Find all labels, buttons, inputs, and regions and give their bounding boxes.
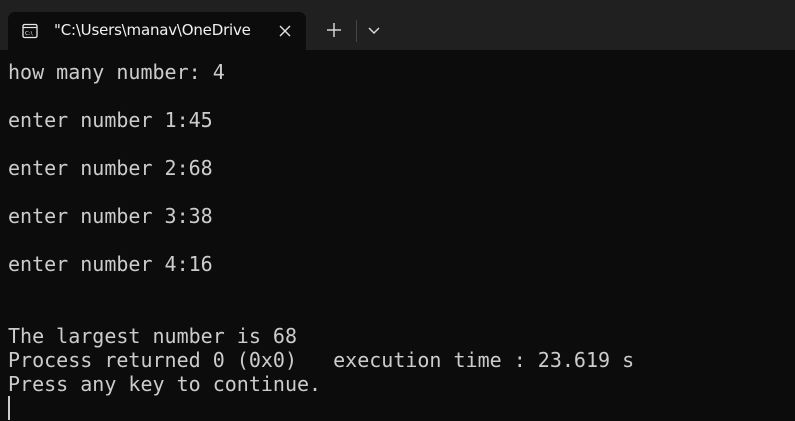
chevron-down-icon xyxy=(368,27,380,34)
close-icon[interactable] xyxy=(274,20,296,42)
dropdown-button[interactable] xyxy=(360,14,388,46)
tab-title: "C:\Users\manav\OneDrive xyxy=(54,21,251,39)
terminal-line: Process returned 0 (0x0) execution time … xyxy=(8,348,635,372)
terminal-line: enter number 1:45 xyxy=(8,108,213,132)
terminal-line: enter number 2:68 xyxy=(8,156,213,180)
terminal-line: enter number 3:38 xyxy=(8,204,213,228)
terminal-line: Press any key to continue. xyxy=(8,372,322,396)
terminal-line: enter number 4:16 xyxy=(8,252,213,276)
tab-divider xyxy=(356,20,357,42)
plus-icon xyxy=(327,23,341,37)
terminal-line: how many number: 4 xyxy=(8,60,225,84)
terminal-cmd-icon: C:\ xyxy=(22,23,38,39)
new-tab-button[interactable] xyxy=(318,14,350,46)
text-cursor xyxy=(8,396,10,420)
terminal-window: C:\ "C:\Users\manav\OneDrive how many nu… xyxy=(0,0,795,421)
terminal-line: The largest number is 68 xyxy=(8,324,297,348)
svg-text:C:\: C:\ xyxy=(25,31,33,37)
terminal-output[interactable]: how many number: 4 enter number 1:45 ent… xyxy=(0,50,795,421)
title-bar: C:\ "C:\Users\manav\OneDrive xyxy=(0,0,795,50)
tab-cmd[interactable]: C:\ "C:\Users\manav\OneDrive xyxy=(8,12,306,50)
